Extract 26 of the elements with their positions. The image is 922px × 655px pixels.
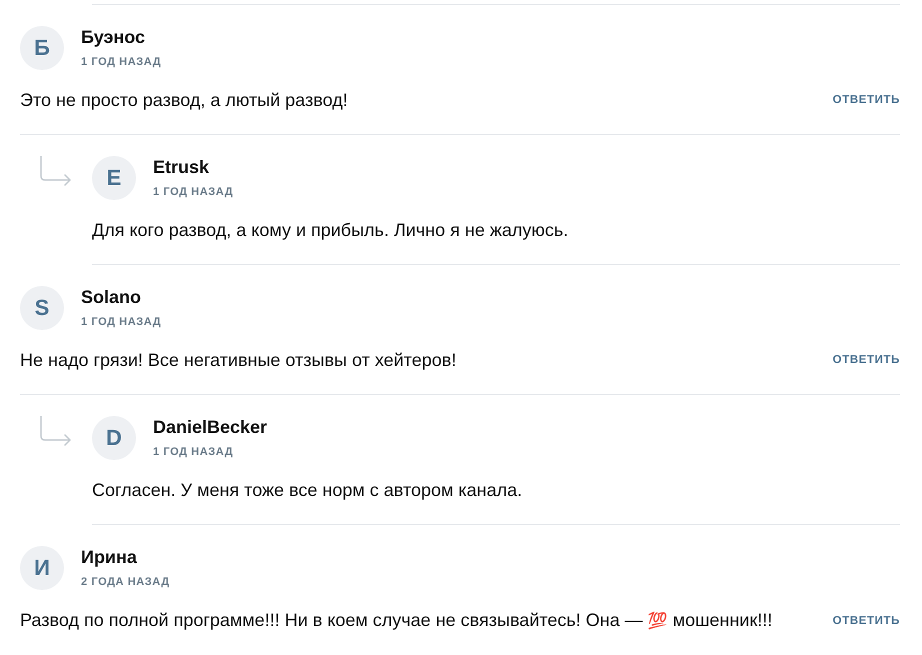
comment-time: 2 ГОДА НАЗАД [81, 575, 170, 589]
user-avatar: E [92, 156, 136, 200]
hundred-points-icon: 💯 [648, 611, 668, 630]
comment-text: Для кого развод, а кому и прибыль. Лично я не жалуюсь. [92, 219, 568, 242]
comment-time: 1 ГОД НАЗАД [153, 185, 234, 199]
comment-text: Не надо грязи! Все негативные отзывы от хейтеров! [20, 349, 456, 372]
comment-text: Развод по полной программе!!! Ни в коем случае не связывайтесь! Она — 💯 мошенник!!! [20, 609, 772, 632]
author-name[interactable]: Ирина [81, 547, 170, 567]
user-avatar: D [92, 416, 136, 460]
comment-text: Согласен. У меня тоже все норм с автором канала. [92, 479, 522, 502]
comment-time: 1 ГОД НАЗАД [81, 315, 162, 329]
user-avatar: Б [20, 26, 64, 70]
reply-arrow-icon [40, 156, 72, 186]
comment-time: 1 ГОД НАЗАД [81, 55, 162, 69]
reply-button[interactable]: ОТВЕТИТЬ [832, 94, 900, 106]
reply-arrow-icon [40, 416, 72, 446]
comment-time: 1 ГОД НАЗАД [153, 445, 234, 459]
reply-button[interactable]: ОТВЕТИТЬ [832, 614, 900, 626]
comment-text: Это не просто развод, а лютый развод! [20, 89, 348, 112]
author-name[interactable]: Буэнос [81, 27, 162, 47]
author-name[interactable]: Etrusk [153, 157, 234, 177]
reply-button[interactable]: ОТВЕТИТЬ [832, 354, 900, 366]
author-name[interactable]: Solano [81, 287, 162, 307]
author-name[interactable]: DanielBecker [153, 417, 268, 437]
user-avatar: И [20, 546, 64, 590]
user-avatar: S [20, 286, 64, 330]
